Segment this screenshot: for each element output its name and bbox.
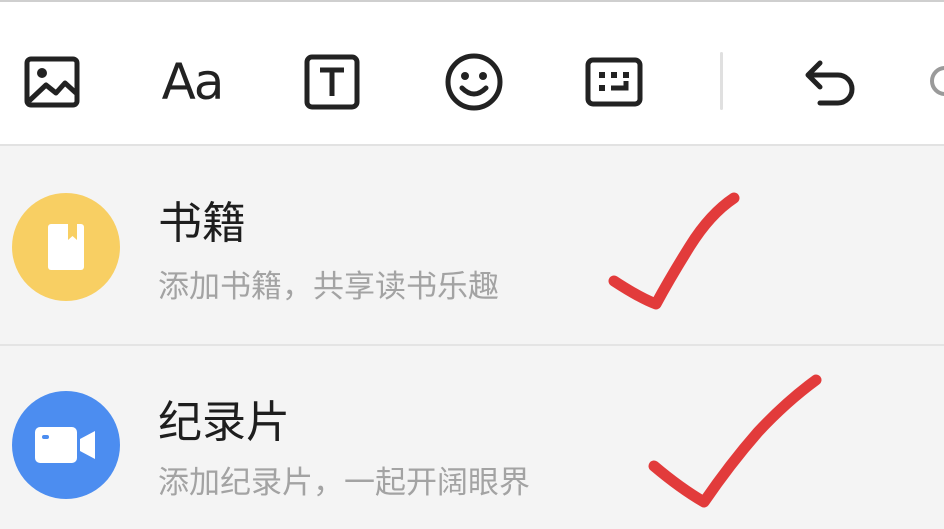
- documentaries-subtitle: 添加纪录片，一起开阔眼界: [158, 465, 530, 501]
- more-options-icon[interactable]: [930, 66, 944, 96]
- insert-image-button[interactable]: [12, 42, 92, 122]
- documentaries-icon-circle: [12, 391, 120, 499]
- undo-icon: [805, 60, 855, 106]
- keyboard-button[interactable]: [574, 42, 654, 122]
- book-icon: [48, 224, 84, 270]
- checkmark-icon: [608, 192, 740, 310]
- books-icon-circle: [12, 193, 120, 301]
- documentaries-title: 纪录片: [158, 397, 290, 448]
- image-icon: [24, 56, 80, 108]
- screen: Aa 书籍 添加书籍，共享读书乐趣 纪录片 添加纪录片，一起开阔眼界: [0, 0, 944, 529]
- editor-toolbar: Aa: [0, 0, 944, 146]
- undo-button[interactable]: [790, 42, 870, 122]
- toolbar-divider: [720, 52, 723, 110]
- emoji-button[interactable]: [434, 42, 514, 122]
- keyboard-icon: [585, 57, 643, 107]
- books-subtitle: 添加书籍，共享读书乐趣: [158, 269, 499, 305]
- text-box-icon: [304, 54, 360, 110]
- checkmark-icon: [648, 374, 822, 508]
- text-box-button[interactable]: [292, 42, 372, 122]
- emoji-icon: [445, 53, 503, 111]
- list-item-books[interactable]: 书籍 添加书籍，共享读书乐趣: [0, 146, 944, 344]
- font-size-icon: Aa: [161, 53, 225, 111]
- list-item-documentaries[interactable]: 纪录片 添加纪录片，一起开阔眼界: [0, 346, 944, 529]
- font-style-button[interactable]: Aa: [152, 42, 232, 122]
- video-camera-icon: [35, 427, 95, 463]
- books-title: 书籍: [158, 198, 246, 249]
